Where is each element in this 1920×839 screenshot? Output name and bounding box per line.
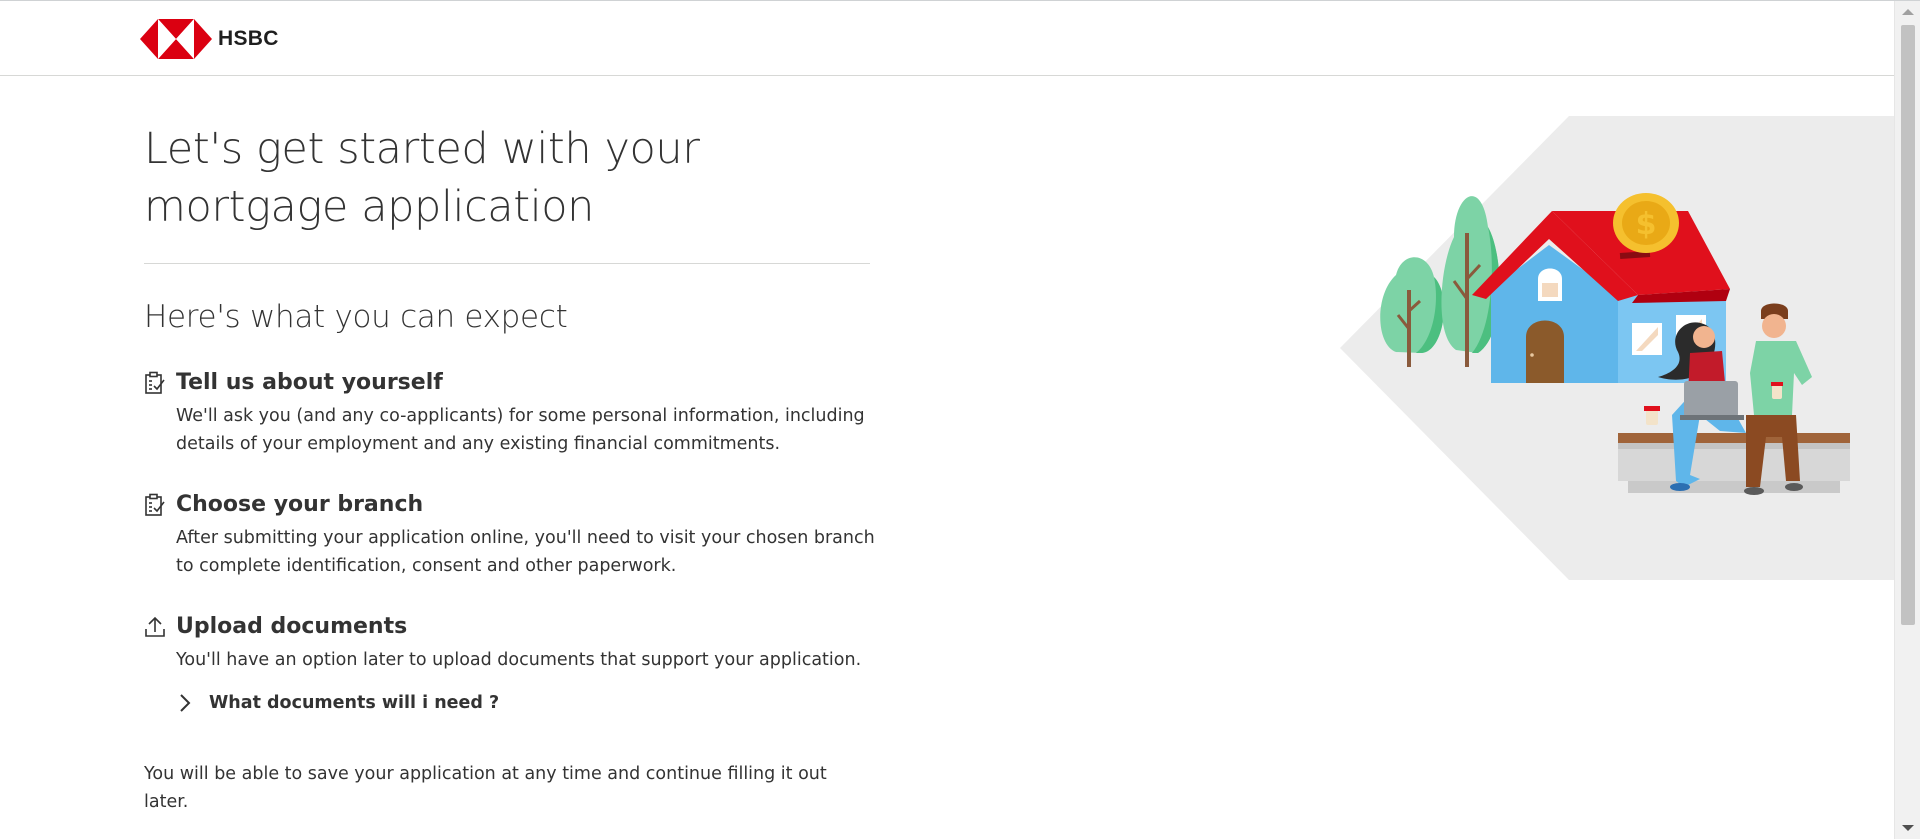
hsbc-hexagon-icon xyxy=(140,19,212,59)
dollar-symbol: $ xyxy=(1636,207,1657,242)
step-description: After submitting your application online… xyxy=(176,528,875,576)
vertical-scrollbar[interactable] xyxy=(1894,1,1920,839)
expander-label: What documents will i need ? xyxy=(209,693,500,713)
page-title: Let's get started with your mortgage app… xyxy=(144,124,700,232)
clipboard-check-icon xyxy=(145,493,165,516)
step-description: You'll have an option later to upload do… xyxy=(176,650,862,670)
scroll-up-arrow-icon[interactable] xyxy=(1902,9,1914,15)
chevron-right-icon xyxy=(180,694,191,712)
scrollbar-thumb[interactable] xyxy=(1901,25,1915,625)
step-tell-us-about-yourself: Tell us about yourself We'll ask you (an… xyxy=(144,370,871,458)
upload-icon xyxy=(145,616,165,637)
hsbc-logo[interactable]: HSBC xyxy=(140,19,279,59)
site-header: HSBC xyxy=(0,1,1894,76)
mortgage-illustration: $ xyxy=(1336,115,1896,581)
section-title: Here's what you can expect xyxy=(144,299,568,335)
step-choose-your-branch: Choose your branch After submitting your… xyxy=(144,492,875,580)
step-title: Tell us about yourself xyxy=(176,370,443,395)
step-title: Upload documents xyxy=(176,614,408,639)
clipboard-check-icon xyxy=(145,371,165,394)
main-content: Let's get started with your mortgage app… xyxy=(144,76,875,839)
divider xyxy=(144,263,870,264)
step-title: Choose your branch xyxy=(176,492,424,517)
house-with-couple-illustration: $ xyxy=(1340,116,1896,580)
what-documents-expander[interactable]: What documents will i need ? xyxy=(176,690,871,716)
step-upload-documents: Upload documents You'll have an option l… xyxy=(144,614,871,674)
step-description: We'll ask you (and any co-applicants) fo… xyxy=(176,406,865,454)
scroll-down-arrow-icon[interactable] xyxy=(1902,825,1914,831)
save-note: You will be able to save your applicatio… xyxy=(144,764,827,812)
logo-wordmark: HSBC xyxy=(218,27,279,50)
